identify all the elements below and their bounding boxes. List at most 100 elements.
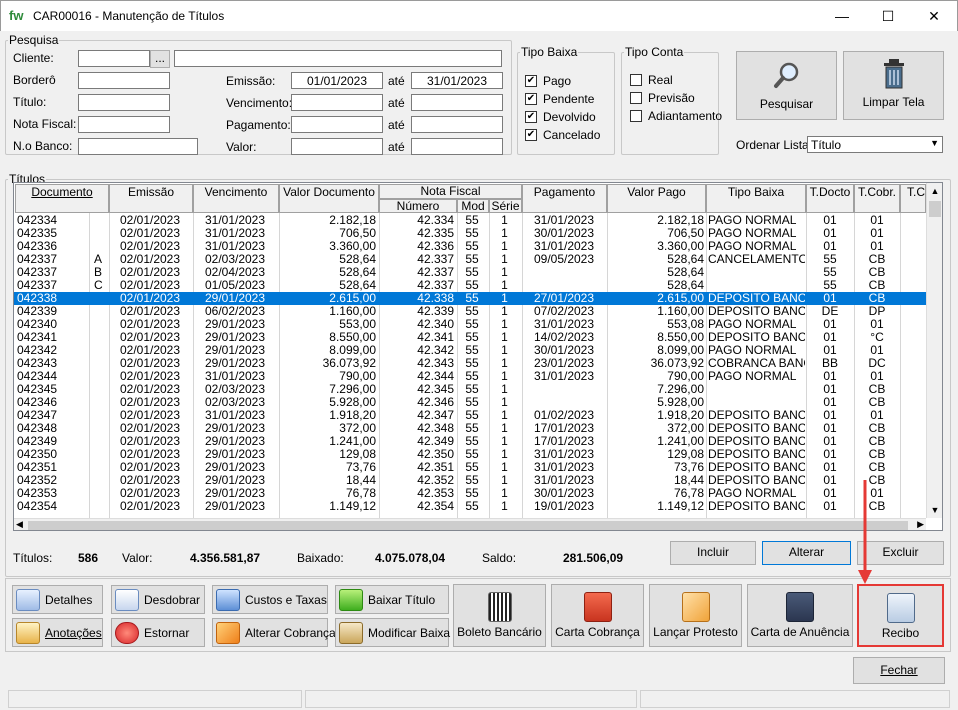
table-cell: 372,00 bbox=[667, 422, 704, 435]
checkbox-pago[interactable]: ✔ Pago bbox=[525, 72, 600, 90]
table-cell: A bbox=[94, 253, 103, 266]
titulos-grid[interactable]: Documento Emissão Vencimento Valor Docum… bbox=[13, 182, 943, 531]
col-serie[interactable]: Série bbox=[489, 199, 522, 213]
custos-taxas-button[interactable]: Custos e Taxas bbox=[212, 585, 328, 614]
fechar-button[interactable]: Fechar bbox=[853, 657, 945, 684]
recibo-button[interactable]: Recibo bbox=[857, 584, 944, 647]
scroll-down-icon[interactable]: ▼ bbox=[927, 502, 942, 518]
table-row[interactable]: 042348 02/01/2023 29/01/2023 372,00 42.348 55… bbox=[14, 422, 926, 435]
incluir-button[interactable]: Incluir bbox=[670, 541, 756, 565]
pesquisar-button[interactable]: Pesquisar bbox=[736, 51, 837, 120]
table-row[interactable]: 042351 02/01/2023 29/01/2023 73,76 42.351 55 1… bbox=[14, 461, 926, 474]
cliente-code-input[interactable] bbox=[78, 50, 150, 67]
checkbox-real[interactable]: Real bbox=[630, 71, 722, 89]
col-pagamento[interactable]: Pagamento bbox=[522, 184, 607, 213]
table-row[interactable]: 042353 02/01/2023 29/01/2023 76,78 42.353 55 1… bbox=[14, 487, 926, 500]
checkbox-cancelado[interactable]: ✔ Cancelado bbox=[525, 126, 600, 144]
maximize-button[interactable]: ☐ bbox=[865, 1, 911, 31]
table-row[interactable]: 042336 02/01/2023 31/01/2023 3.360,00 42.336… bbox=[14, 240, 926, 253]
table-row[interactable]: 042341 02/01/2023 29/01/2023 8.550,00 42.341… bbox=[14, 331, 926, 344]
table-cell: 73,76 bbox=[345, 461, 376, 474]
table-row[interactable]: 042347 02/01/2023 31/01/2023 1.918,20 42.347… bbox=[14, 409, 926, 422]
emissao-to-input[interactable]: 31/01/2023 bbox=[411, 72, 503, 89]
table-row[interactable]: 042338 02/01/2023 29/01/2023 2.615,00 42.338… bbox=[14, 292, 926, 305]
col-vencimento[interactable]: Vencimento bbox=[193, 184, 279, 213]
close-button[interactable]: ✕ bbox=[911, 1, 957, 31]
col-nota-fiscal[interactable]: Nota Fiscal bbox=[379, 184, 522, 199]
vencimento-from-input[interactable] bbox=[291, 94, 383, 111]
col-numero[interactable]: Número bbox=[379, 199, 457, 213]
nota-fiscal-input[interactable] bbox=[78, 116, 170, 133]
detalhes-button[interactable]: Detalhes bbox=[12, 585, 103, 614]
table-row[interactable]: 042352 02/01/2023 29/01/2023 18,44 42.352 55 1… bbox=[14, 474, 926, 487]
checkbox-adiantamento[interactable]: Adiantamento bbox=[630, 107, 722, 125]
col-tc[interactable]: T.C bbox=[900, 184, 926, 213]
estornar-button[interactable]: Estornar bbox=[111, 618, 205, 647]
table-row[interactable]: 042334 02/01/2023 31/01/2023 2.182,18 42.334… bbox=[14, 214, 926, 227]
ordenar-select[interactable]: Título ▼ bbox=[807, 136, 943, 153]
hscroll-thumb[interactable] bbox=[28, 521, 908, 530]
col-mod[interactable]: Mod bbox=[457, 199, 489, 213]
limpar-tela-button[interactable]: Limpar Tela bbox=[843, 51, 944, 120]
col-valor-documento[interactable]: Valor Documento bbox=[279, 184, 379, 213]
baixar-titulo-button[interactable]: Baixar Título bbox=[335, 585, 449, 614]
table-cell bbox=[94, 318, 106, 331]
col-valor-pago[interactable]: Valor Pago bbox=[607, 184, 706, 213]
table-row[interactable]: 042343 02/01/2023 29/01/2023 36.073,92 42.34… bbox=[14, 357, 926, 370]
table-row[interactable]: 042337 A 02/01/2023 02/03/2023 528,64 42.337 5… bbox=[14, 253, 926, 266]
checkbox-devolvido[interactable]: ✔ Devolvido bbox=[525, 108, 600, 126]
table-cell: 01 bbox=[870, 370, 884, 383]
col-tipo-cobr[interactable]: T.Cobr. bbox=[854, 184, 900, 213]
desdobrar-button[interactable]: Desdobrar bbox=[111, 585, 205, 614]
table-cell: 1 bbox=[501, 214, 508, 227]
table-row[interactable]: 042342 02/01/2023 29/01/2023 8.099,00 42.342… bbox=[14, 344, 926, 357]
pagamento-from-input[interactable] bbox=[291, 116, 383, 133]
table-cell: 02/01/2023 bbox=[119, 292, 181, 305]
vertical-scrollbar[interactable]: ▲ ▼ bbox=[926, 183, 942, 518]
alterar-button[interactable]: Alterar bbox=[762, 541, 851, 565]
emissao-from-input[interactable]: 01/01/2023 bbox=[291, 72, 383, 89]
modificar-baixa-button[interactable]: Modificar Baixa bbox=[335, 618, 450, 647]
bordero-input[interactable] bbox=[78, 72, 170, 89]
carta-cobranca-button[interactable]: Carta Cobrança bbox=[551, 584, 644, 647]
col-emissao[interactable]: Emissão bbox=[109, 184, 193, 213]
carta-anuencia-button[interactable]: Carta de Anuência bbox=[747, 584, 853, 647]
checkbox-pendente[interactable]: ✔ Pendente bbox=[525, 90, 600, 108]
minimize-button[interactable]: — bbox=[819, 1, 865, 31]
horizontal-scrollbar[interactable]: ◀ ▶ bbox=[14, 518, 926, 530]
cliente-lookup-button[interactable]: ... bbox=[150, 50, 170, 68]
scroll-right-icon[interactable]: ▶ bbox=[917, 519, 924, 530]
alterar-cobranca-button[interactable]: Alterar Cobrança bbox=[212, 618, 336, 647]
col-tipo-baixa[interactable]: Tipo Baixa bbox=[706, 184, 806, 213]
table-cell: 31/01/2023 bbox=[533, 474, 595, 487]
anotacoes-button[interactable]: Anotações bbox=[12, 618, 103, 647]
cliente-name-input[interactable] bbox=[174, 50, 502, 67]
table-cell bbox=[94, 383, 106, 396]
table-row[interactable]: 042344 02/01/2023 31/01/2023 790,00 42.344 55… bbox=[14, 370, 926, 383]
table-row[interactable]: 042337 B 02/01/2023 02/04/2023 528,64 42.337 5… bbox=[14, 266, 926, 279]
pagamento-to-input[interactable] bbox=[411, 116, 503, 133]
col-tipo-docto[interactable]: T.Docto bbox=[806, 184, 854, 213]
scroll-up-icon[interactable]: ▲ bbox=[927, 183, 942, 199]
valor-from-input[interactable] bbox=[291, 138, 383, 155]
boleto-bancario-button[interactable]: Boleto Bancário bbox=[453, 584, 546, 647]
checkbox-previsao[interactable]: Previsão bbox=[630, 89, 722, 107]
numero-banco-input[interactable] bbox=[78, 138, 198, 155]
table-row[interactable]: 042339 02/01/2023 06/02/2023 1.160,00 42.339… bbox=[14, 305, 926, 318]
table-row[interactable]: 042345 02/01/2023 02/03/2023 7.296,00 42.345… bbox=[14, 383, 926, 396]
table-row[interactable]: 042354 02/01/2023 29/01/2023 1.149,12 42.354… bbox=[14, 500, 926, 513]
scroll-thumb[interactable] bbox=[929, 201, 941, 217]
table-row[interactable]: 042340 02/01/2023 29/01/2023 553,00 42.340 55… bbox=[14, 318, 926, 331]
titulo-input[interactable] bbox=[78, 94, 170, 111]
table-row[interactable]: 042350 02/01/2023 29/01/2023 129,08 42.350 55… bbox=[14, 448, 926, 461]
valor-to-input[interactable] bbox=[411, 138, 503, 155]
table-row[interactable]: 042335 02/01/2023 31/01/2023 706,50 42.335 55… bbox=[14, 227, 926, 240]
lancar-protesto-button[interactable]: Lançar Protesto bbox=[649, 584, 742, 647]
table-cell: 042335 bbox=[17, 227, 58, 240]
col-documento[interactable]: Documento bbox=[15, 184, 109, 213]
vencimento-to-input[interactable] bbox=[411, 94, 503, 111]
table-row[interactable]: 042349 02/01/2023 29/01/2023 1.241,00 42.349… bbox=[14, 435, 926, 448]
scroll-left-icon[interactable]: ◀ bbox=[16, 519, 23, 530]
table-row[interactable]: 042337 C 02/01/2023 01/05/2023 528,64 42.337 5… bbox=[14, 279, 926, 292]
table-row[interactable]: 042346 02/01/2023 02/03/2023 5.928,00 42.346… bbox=[14, 396, 926, 409]
